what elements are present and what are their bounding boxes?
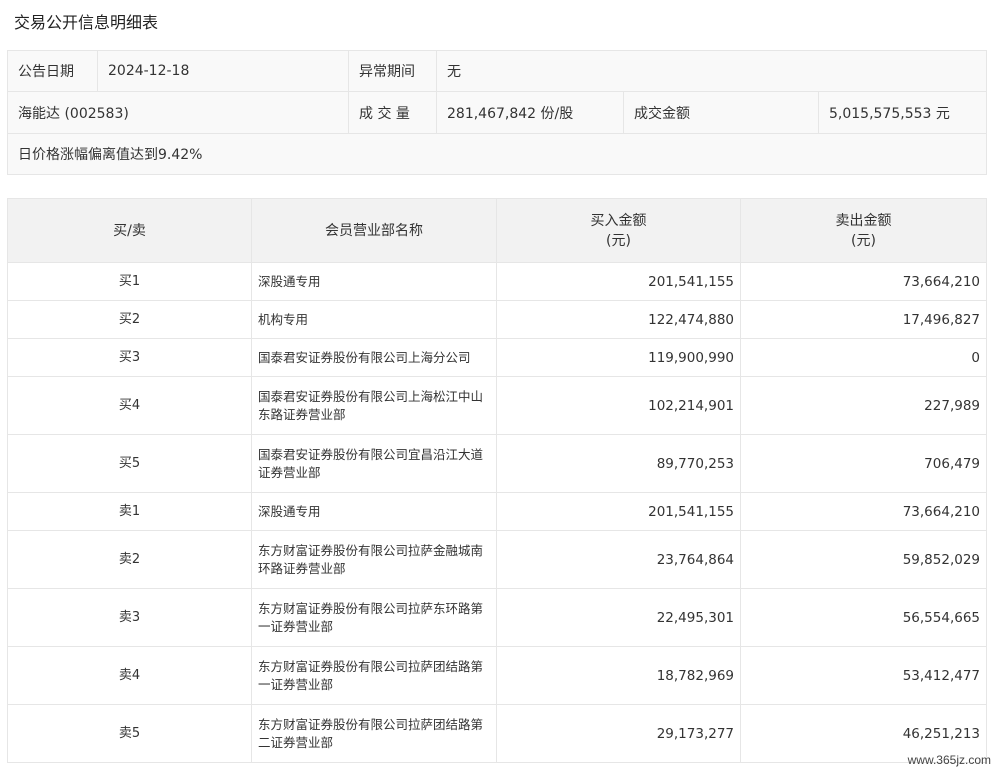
header-buy-line1: 买入金额 <box>590 212 647 229</box>
buy-amount-cell: 23,764,864 <box>496 530 741 589</box>
amount-label: 成交金额 <box>623 91 819 134</box>
table-row: 买5 国泰君安证券股份有限公司宜昌沿江大道证券营业部 89,770,253 70… <box>7 434 987 493</box>
stock-name: 海能达 (002583) <box>7 91 349 134</box>
side-cell: 买1 <box>7 262 252 301</box>
detail-header-row: 买/卖 会员营业部名称 买入金额 (元) 卖出金额 (元) <box>7 198 987 263</box>
buy-amount-cell: 102,214,901 <box>496 376 741 435</box>
buy-amount-cell: 89,770,253 <box>496 434 741 493</box>
header-sell: 卖出金额 (元) <box>740 198 987 263</box>
branch-cell: 东方财富证券股份有限公司拉萨团结路第一证券营业部 <box>251 646 497 705</box>
buy-amount-cell: 22,495,301 <box>496 588 741 647</box>
date-label: 公告日期 <box>7 50 98 92</box>
side-cell: 卖5 <box>7 704 252 763</box>
table-row: 买2 机构专用 122,474,880 17,496,827 <box>7 300 987 339</box>
sell-amount-cell: 73,664,210 <box>740 262 987 301</box>
buy-amount-cell: 18,782,969 <box>496 646 741 705</box>
sell-amount-cell: 17,496,827 <box>740 300 987 339</box>
table-row: 卖2 东方财富证券股份有限公司拉萨金融城南环路证券营业部 23,764,864 … <box>7 530 987 589</box>
table-row: 买3 国泰君安证券股份有限公司上海分公司 119,900,990 0 <box>7 338 987 377</box>
sell-amount-cell: 227,989 <box>740 376 987 435</box>
side-cell: 买2 <box>7 300 252 339</box>
side-cell: 买4 <box>7 376 252 435</box>
header-buy-line2: (元) <box>606 232 631 249</box>
abnormal-label: 异常期间 <box>348 50 437 92</box>
branch-cell: 东方财富证券股份有限公司拉萨东环路第一证券营业部 <box>251 588 497 647</box>
date-value: 2024-12-18 <box>97 50 349 92</box>
abnormal-value: 无 <box>435 50 988 92</box>
header-branch: 会员营业部名称 <box>251 198 497 263</box>
table-row: 卖3 东方财富证券股份有限公司拉萨东环路第一证券营业部 22,495,301 5… <box>7 588 987 647</box>
volume-value: 281,467,842 份/股 <box>436 91 624 134</box>
branch-cell: 深股通专用 <box>251 492 497 531</box>
header-sell-line1: 卖出金额 <box>835 212 892 229</box>
buy-amount-cell: 119,900,990 <box>496 338 741 377</box>
sell-amount-cell: 0 <box>740 338 987 377</box>
table-row: 买1 深股通专用 201,541,155 73,664,210 <box>7 262 987 301</box>
branch-cell: 国泰君安证券股份有限公司上海松江中山东路证券营业部 <box>251 376 497 435</box>
header-sell-line2: (元) <box>851 232 876 249</box>
side-cell: 卖1 <box>7 492 252 531</box>
info-row-trade: 海能达 (002583) 成 交 量 281,467,842 份/股 成交金额 … <box>7 91 988 134</box>
amount-value: 5,015,575,553 元 <box>817 91 988 134</box>
table-row: 卖4 东方财富证券股份有限公司拉萨团结路第一证券营业部 18,782,969 5… <box>7 646 987 705</box>
page-title: 交易公开信息明细表 <box>14 13 159 32</box>
buy-amount-cell: 29,173,277 <box>496 704 741 763</box>
info-row-reason: 日价格涨幅偏离值达到9.42% <box>6 133 988 175</box>
branch-cell: 国泰君安证券股份有限公司宜昌沿江大道证券营业部 <box>251 434 497 493</box>
site-watermark: www.365jz.com <box>907 753 991 767</box>
table-row: 卖1 深股通专用 201,541,155 73,664,210 <box>7 492 987 531</box>
side-cell: 卖2 <box>7 530 252 589</box>
buy-amount-cell: 201,541,155 <box>496 262 741 301</box>
sell-amount-cell: 706,479 <box>740 434 987 493</box>
sell-amount-cell: 56,554,665 <box>740 588 987 647</box>
table-row: 买4 国泰君安证券股份有限公司上海松江中山东路证券营业部 102,214,901… <box>7 376 987 435</box>
branch-cell: 深股通专用 <box>251 262 497 301</box>
header-buy: 买入金额 (元) <box>496 198 741 263</box>
branch-cell: 机构专用 <box>251 300 497 339</box>
sell-amount-cell: 73,664,210 <box>740 492 987 531</box>
branch-cell: 东方财富证券股份有限公司拉萨金融城南环路证券营业部 <box>251 530 497 589</box>
branch-cell: 东方财富证券股份有限公司拉萨团结路第二证券营业部 <box>251 704 497 763</box>
volume-label: 成 交 量 <box>348 91 437 134</box>
branch-cell: 国泰君安证券股份有限公司上海分公司 <box>251 338 497 377</box>
buy-amount-cell: 201,541,155 <box>496 492 741 531</box>
sell-amount-cell: 53,412,477 <box>740 646 987 705</box>
table-row: 卖5 东方财富证券股份有限公司拉萨团结路第二证券营业部 29,173,277 4… <box>7 704 987 763</box>
sell-amount-cell: 59,852,029 <box>740 530 987 589</box>
side-cell: 买5 <box>7 434 252 493</box>
info-row-date: 公告日期 2024-12-18 异常期间 无 <box>7 50 988 92</box>
detail-table: 买/卖 会员营业部名称 买入金额 (元) 卖出金额 (元) 买1 深股通专用 201… <box>7 198 987 763</box>
info-table: 公告日期 2024-12-18 异常期间 无 海能达 (002583) 成 交 … <box>6 50 988 175</box>
side-cell: 卖3 <box>7 588 252 647</box>
buy-amount-cell: 122,474,880 <box>496 300 741 339</box>
side-cell: 卖4 <box>7 646 252 705</box>
side-cell: 买3 <box>7 338 252 377</box>
reason-text: 日价格涨幅偏离值达到9.42% <box>6 133 988 175</box>
header-side: 买/卖 <box>7 198 252 263</box>
